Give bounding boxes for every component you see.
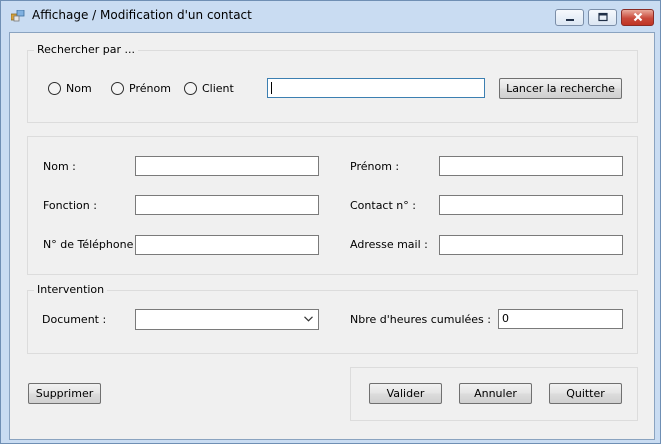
search-input[interactable]	[267, 78, 485, 98]
title-bar[interactable]: Affichage / Modification d'un contact	[1, 1, 660, 31]
telephone-field[interactable]	[135, 235, 319, 255]
radio-prenom[interactable]	[111, 82, 124, 95]
radio-prenom-label[interactable]: Prénom	[129, 82, 171, 95]
email-field[interactable]	[439, 235, 623, 255]
contact-number-field[interactable]	[439, 195, 623, 215]
minimize-icon	[565, 19, 574, 21]
intervention-group-title: Intervention	[34, 283, 108, 296]
quit-button[interactable]: Quitter	[549, 383, 622, 404]
client-area: Rechercher par ... Nom Prénom Client Lan…	[9, 32, 655, 440]
app-window: Affichage / Modification d'un contact Re…	[0, 0, 661, 444]
minimize-button[interactable]	[555, 9, 584, 26]
app-icon	[11, 10, 25, 22]
search-button[interactable]: Lancer la recherche	[499, 78, 622, 99]
fonction-label: Fonction :	[43, 199, 97, 212]
nom-field[interactable]	[135, 156, 319, 176]
telephone-label: N° de Téléphone :	[43, 238, 141, 251]
radio-client-label[interactable]: Client	[202, 82, 234, 95]
radio-nom-label[interactable]: Nom	[66, 82, 92, 95]
heures-label: Nbre d'heures cumulées :	[350, 313, 491, 326]
document-select[interactable]	[135, 309, 319, 330]
radio-client[interactable]	[184, 82, 197, 95]
validate-button[interactable]: Valider	[369, 383, 442, 404]
email-label: Adresse mail :	[350, 238, 428, 251]
prenom-label: Prénom :	[350, 160, 400, 173]
cancel-button[interactable]: Annuler	[459, 383, 532, 404]
radio-nom[interactable]	[48, 82, 61, 95]
document-label: Document :	[42, 313, 107, 326]
fonction-field[interactable]	[135, 195, 319, 215]
chevron-down-icon	[304, 316, 313, 322]
search-group-title: Rechercher par ...	[34, 43, 139, 56]
close-icon	[633, 12, 642, 22]
maximize-button[interactable]	[588, 9, 617, 26]
nom-label: Nom :	[43, 160, 76, 173]
maximize-icon	[597, 12, 608, 22]
contact-number-label: Contact n° :	[350, 199, 416, 212]
delete-button[interactable]: Supprimer	[28, 383, 101, 404]
close-button[interactable]	[621, 9, 654, 26]
heures-field[interactable]: 0	[498, 309, 623, 329]
text-caret	[271, 82, 272, 94]
window-title: Affichage / Modification d'un contact	[32, 8, 252, 22]
prenom-field[interactable]	[439, 156, 623, 176]
